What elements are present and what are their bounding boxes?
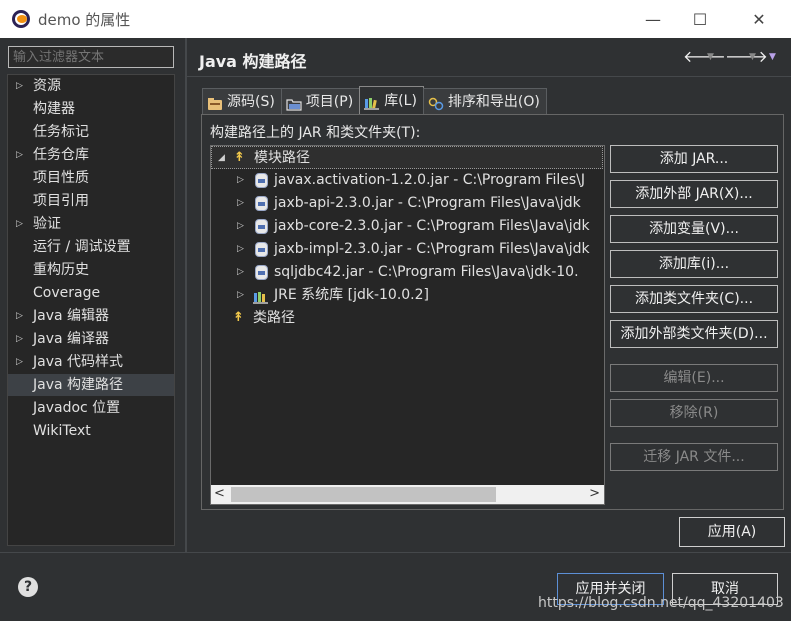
collapse-arrow-icon[interactable]: ◢	[218, 147, 225, 170]
nav-item-task-tags[interactable]: 任务标记	[8, 121, 174, 143]
tree-row-module-path[interactable]: ◢ ↟ 模块路径	[211, 146, 603, 169]
jar-icon	[255, 219, 268, 234]
nav-item-wikitext[interactable]: WikiText	[8, 420, 174, 442]
class-path-icon: ↟	[233, 310, 244, 325]
nav-item-run-debug-settings[interactable]: 运行 / 调试设置	[8, 236, 174, 258]
expand-arrow-icon[interactable]: ▷	[237, 169, 244, 192]
expand-arrow-icon[interactable]: ▷	[16, 328, 23, 350]
nav-item-project-natures[interactable]: 项目性质	[8, 167, 174, 189]
expand-arrow-icon[interactable]: ▷	[237, 238, 244, 261]
eclipse-logo-icon	[12, 10, 30, 28]
horizontal-scrollbar[interactable]: < >	[211, 485, 604, 504]
dialog-footer: ? 应用并关闭 取消 https://blog.csdn.net/qq_4320…	[0, 552, 791, 621]
jar-list-label: 构建路径上的 JAR 和类文件夹(T):	[210, 125, 421, 141]
add-jar-button[interactable]: 添加 JAR...	[610, 145, 778, 173]
jar-icon	[255, 196, 268, 211]
minimize-button[interactable]: —	[630, 0, 676, 38]
maximize-button[interactable]: ☐	[677, 0, 723, 38]
help-icon[interactable]: ?	[18, 577, 38, 597]
nav-item-refactoring-history[interactable]: 重构历史	[8, 259, 174, 281]
jre-library-icon	[253, 289, 269, 304]
nav-item-coverage[interactable]: Coverage	[8, 282, 174, 304]
expand-arrow-icon[interactable]: ▷	[237, 261, 244, 284]
nav-item-java-build-path[interactable]: Java 构建路径	[8, 374, 174, 396]
view-menu-icon[interactable]: ▼	[769, 52, 776, 62]
back-arrow-icon[interactable]: 🡐	[683, 46, 726, 66]
nav-item-resource[interactable]: ▷ 资源	[8, 75, 174, 97]
add-library-button[interactable]: 添加库(i)...	[610, 250, 778, 278]
nav-item-task-repository[interactable]: ▷ 任务仓库	[8, 144, 174, 166]
expand-arrow-icon[interactable]: ▷	[16, 144, 23, 166]
module-path-icon: ↟	[234, 150, 245, 165]
page-title: Java 构建路径	[199, 52, 307, 71]
nav-item-java-editor[interactable]: ▷ Java 编辑器	[8, 305, 174, 327]
order-export-icon	[428, 95, 444, 110]
libraries-tab-content: 构建路径上的 JAR 和类文件夹(T): ◢ ↟ 模块路径 ▷ javax.ac…	[201, 114, 784, 510]
add-variable-button[interactable]: 添加变量(V)...	[610, 215, 778, 243]
watermark-text: https://blog.csdn.net/qq_43201403	[538, 595, 784, 611]
scroll-left-icon[interactable]: <	[214, 486, 225, 501]
build-path-tree[interactable]: ◢ ↟ 模块路径 ▷ javax.activation-1.2.0.jar - …	[210, 145, 605, 505]
nav-item-javadoc-location[interactable]: Javadoc 位置	[8, 397, 174, 419]
tab-source[interactable]: 源码(S)	[202, 88, 282, 114]
window-title-bar: demo 的属性 — ☐ ✕	[0, 0, 791, 38]
nav-item-validation[interactable]: ▷ 验证	[8, 213, 174, 235]
tab-order-export[interactable]: 排序和导出(O)	[422, 88, 547, 114]
expand-arrow-icon[interactable]: ▷	[16, 305, 23, 327]
expand-arrow-icon[interactable]: ▷	[16, 351, 23, 373]
tab-libraries[interactable]: 库(L)	[359, 86, 424, 114]
header-divider	[187, 76, 791, 77]
forward-menu-icon[interactable]: ▼	[749, 52, 756, 62]
apply-button[interactable]: 应用(A)	[679, 517, 785, 547]
jar-icon	[255, 242, 268, 257]
add-external-jar-button[interactable]: 添加外部 JAR(X)...	[610, 180, 778, 208]
scrollbar-thumb[interactable]	[231, 487, 496, 502]
nav-item-java-code-style[interactable]: ▷ Java 代码样式	[8, 351, 174, 373]
tab-projects[interactable]: 项目(P)	[280, 88, 361, 114]
close-window-button[interactable]: ✕	[736, 0, 782, 38]
expand-arrow-icon[interactable]: ▷	[237, 215, 244, 238]
jar-icon	[255, 173, 268, 188]
nav-tree: ▷ 资源 构建器 任务标记 ▷ 任务仓库 项目性质 项目引用 ▷ 验证 运行 / 调试…	[7, 74, 175, 546]
back-menu-icon[interactable]: ▼	[707, 52, 714, 62]
expand-arrow-icon[interactable]: ▷	[16, 75, 23, 97]
forward-arrow-icon[interactable]: 🡒	[725, 46, 768, 66]
build-path-tabs: 源码(S) 项目(P) 库(L) 排序和导出(O)	[202, 86, 547, 114]
project-folder-icon	[286, 95, 302, 111]
nav-item-project-references[interactable]: 项目引用	[8, 190, 174, 212]
add-external-class-folder-button[interactable]: 添加外部类文件夹(D)...	[610, 320, 778, 348]
edit-button[interactable]: 编辑(E)...	[610, 364, 778, 392]
migrate-jar-button[interactable]: 迁移 JAR 文件...	[610, 443, 778, 471]
expand-arrow-icon[interactable]: ▷	[237, 192, 244, 215]
expand-arrow-icon[interactable]: ▷	[16, 213, 23, 235]
jar-icon	[255, 265, 268, 280]
remove-button[interactable]: 移除(R)	[610, 399, 778, 427]
window-title: demo 的属性	[38, 10, 131, 29]
nav-item-builders[interactable]: 构建器	[8, 98, 174, 120]
preferences-nav-panel: ▷资源 构建器 任务标记 ▷任务仓库 项目性质 项目引用 ▷验证 运行 / 调试…	[0, 38, 185, 552]
filter-input[interactable]	[8, 46, 174, 68]
nav-item-java-compiler[interactable]: ▷ Java 编译器	[8, 328, 174, 350]
property-page: Java 构建路径 🡐 ▼ 🡒 ▼ ▼ 源码(S) 项目(P) 库(L) 排序和…	[185, 38, 791, 552]
source-folder-icon	[207, 95, 223, 110]
scroll-right-icon[interactable]: >	[589, 486, 600, 501]
expand-arrow-icon[interactable]: ▷	[237, 284, 244, 307]
library-icon	[364, 94, 380, 110]
add-class-folder-button[interactable]: 添加类文件夹(C)...	[610, 285, 778, 313]
